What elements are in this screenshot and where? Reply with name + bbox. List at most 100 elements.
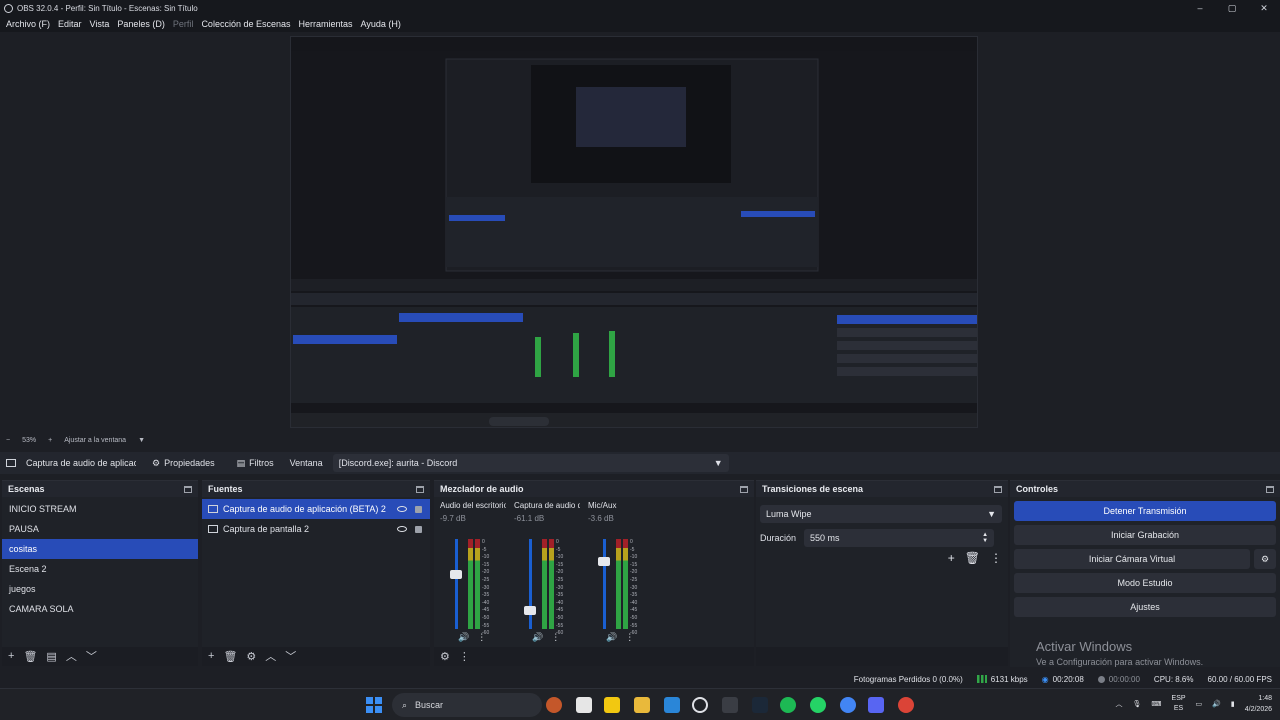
speaker-icon[interactable]: 🔊 xyxy=(458,632,469,643)
meter-tick-label: -40 xyxy=(630,599,638,606)
transition-select[interactable]: Luma Wipe ▼ xyxy=(760,505,1002,523)
spin-arrows-icon[interactable]: ▲ ▼ xyxy=(982,532,988,544)
dock-float-icon[interactable] xyxy=(1266,485,1274,493)
system-tray: ︿ 🎙 ⌨ ESP ES ▭ 🔊 ▮ 1:48 4/2/2026 xyxy=(1116,693,1272,715)
chrome-profile-icon[interactable] xyxy=(898,697,914,713)
volume-fader-knob[interactable] xyxy=(598,557,610,567)
obs-icon[interactable] xyxy=(692,697,708,713)
zoom-in-button[interactable]: + xyxy=(48,437,52,444)
dock-float-icon[interactable] xyxy=(416,485,424,493)
dock-float-icon[interactable] xyxy=(740,485,748,493)
network-icon[interactable]: ▭ xyxy=(1196,700,1203,708)
menu-vista[interactable]: Vista xyxy=(86,19,114,29)
eye-icon[interactable] xyxy=(397,526,407,532)
chevron-up-icon[interactable]: ︿ xyxy=(265,648,276,664)
file-explorer-icon[interactable] xyxy=(634,697,650,713)
filters-button[interactable]: ▤ Filtros xyxy=(231,456,280,471)
speaker-icon[interactable]: 🔊 xyxy=(606,632,617,643)
chevron-up-icon[interactable]: ︿ xyxy=(1116,699,1123,709)
volume-icon[interactable]: 🔊 xyxy=(1212,700,1221,708)
scene-item[interactable]: INICIO STREAM xyxy=(2,499,198,519)
stop-streaming-button[interactable]: Detener Transmisión xyxy=(1014,501,1276,521)
menu-editar[interactable]: Editar xyxy=(54,19,86,29)
speaker-icon[interactable]: 🔊 xyxy=(532,632,543,643)
spotify-icon[interactable] xyxy=(780,697,796,713)
battery-icon[interactable]: ▮ xyxy=(1231,700,1235,708)
studio-mode-button[interactable]: Modo Estudio xyxy=(1014,573,1276,593)
add-icon[interactable]: + xyxy=(8,650,14,662)
gear-icon[interactable]: ⚙ xyxy=(1254,549,1276,569)
start-virtual-camera-button[interactable]: Iniciar Cámara Virtual xyxy=(1014,549,1250,569)
source-item[interactable]: Captura de pantalla 2 xyxy=(202,519,430,539)
app-icon[interactable] xyxy=(576,697,592,713)
kebab-menu-icon[interactable]: ⋮ xyxy=(990,551,1002,565)
add-icon[interactable]: + xyxy=(948,551,955,565)
program-preview[interactable] xyxy=(290,36,978,428)
windows-start-icon[interactable] xyxy=(366,697,382,713)
filter-icon[interactable]: ▤ xyxy=(46,650,56,663)
dock-float-icon[interactable] xyxy=(184,485,192,493)
lock-icon[interactable] xyxy=(415,525,422,533)
properties-button[interactable]: ⚙ Propiedades xyxy=(146,456,221,471)
gear-icon[interactable]: ⚙ xyxy=(246,650,256,663)
menu-ayuda[interactable]: Ayuda (H) xyxy=(357,19,405,29)
eye-icon[interactable] xyxy=(397,506,407,512)
sticky-notes-icon[interactable] xyxy=(604,697,620,713)
dock-float-icon[interactable] xyxy=(994,485,1002,493)
chrome-icon[interactable] xyxy=(840,697,856,713)
clock-time: 1:48 xyxy=(1258,695,1272,702)
window-select[interactable]: [Discord.exe]: aurita - Discord ▼ xyxy=(332,454,729,472)
meter-tick-label: -30 xyxy=(556,584,564,591)
scene-item[interactable]: Escena 2 xyxy=(2,559,198,579)
volume-fader-track[interactable] xyxy=(603,539,606,629)
language-indicator[interactable]: ESP ES xyxy=(1172,694,1186,714)
menu-herramientas[interactable]: Herramientas xyxy=(295,19,357,29)
microphone-icon[interactable]: 🎙 xyxy=(1133,700,1142,708)
chevron-down-icon[interactable]: ▼ xyxy=(138,437,145,444)
zoom-out-button[interactable]: − xyxy=(6,437,10,444)
settings-button[interactable]: Ajustes xyxy=(1014,597,1276,617)
menu-archivo[interactable]: Archivo (F) xyxy=(2,19,54,29)
vscode-icon[interactable] xyxy=(664,697,680,713)
taskbar-clock[interactable]: 1:48 4/2/2026 xyxy=(1245,693,1272,715)
scene-item[interactable]: juegos xyxy=(2,579,198,599)
chevron-down-icon[interactable]: ﹀ xyxy=(86,648,97,664)
kebab-menu-icon[interactable]: ⋮ xyxy=(625,632,634,643)
volume-fader-knob[interactable] xyxy=(450,570,462,580)
windows-activation-watermark: Activar Windows Ve a Configuración para … xyxy=(1036,639,1203,667)
kebab-menu-icon[interactable]: ⋮ xyxy=(459,650,470,663)
menu-coleccion-escenas[interactable]: Colección de Escenas xyxy=(197,19,294,29)
scene-item-selected[interactable]: cositas xyxy=(2,539,198,559)
whatsapp-icon[interactable] xyxy=(810,697,826,713)
menu-perfil[interactable]: Perfil xyxy=(169,19,198,29)
discord-icon[interactable] xyxy=(868,697,884,713)
controls-body: Detener Transmisión Iniciar Grabación In… xyxy=(1010,497,1280,667)
volume-fader-track[interactable] xyxy=(455,539,458,629)
maximize-button[interactable]: ▢ xyxy=(1216,0,1248,16)
volume-fader-knob[interactable] xyxy=(524,606,536,616)
mixer-settings-icon[interactable]: ⚙ xyxy=(440,650,450,663)
trash-icon[interactable]: 🗑 xyxy=(223,650,237,663)
keyboard-icon[interactable]: ⌨ xyxy=(1151,700,1161,708)
close-button[interactable]: ✕ xyxy=(1248,0,1280,16)
taskbar-search[interactable]: ⌕ Buscar xyxy=(392,693,542,717)
trash-icon[interactable]: 🗑 xyxy=(965,551,980,565)
brave-browser-icon[interactable] xyxy=(546,697,562,713)
lock-icon[interactable] xyxy=(415,505,422,513)
duration-spinbox[interactable]: 550 ms ▲ ▼ xyxy=(804,529,995,547)
scene-item[interactable]: PAUSA xyxy=(2,519,198,539)
trash-icon[interactable]: 🗑 xyxy=(23,650,37,663)
start-recording-button[interactable]: Iniciar Grabación xyxy=(1014,525,1276,545)
app-icon[interactable] xyxy=(722,697,738,713)
minimize-button[interactable]: – xyxy=(1184,0,1216,16)
add-icon[interactable]: + xyxy=(208,650,214,662)
steam-icon[interactable] xyxy=(752,697,768,713)
scene-item[interactable]: CAMARA SOLA xyxy=(2,599,198,619)
chevron-down-icon[interactable]: ﹀ xyxy=(285,648,296,664)
kebab-menu-icon[interactable]: ⋮ xyxy=(551,632,560,643)
source-item-selected[interactable]: Captura de audio de aplicación (BETA) 2 xyxy=(202,499,430,519)
kebab-menu-icon[interactable]: ⋮ xyxy=(477,632,486,643)
menu-paneles[interactable]: Paneles (D) xyxy=(113,19,169,29)
chevron-up-icon[interactable]: ︿ xyxy=(66,648,77,664)
volume-fader-track[interactable] xyxy=(529,539,532,629)
